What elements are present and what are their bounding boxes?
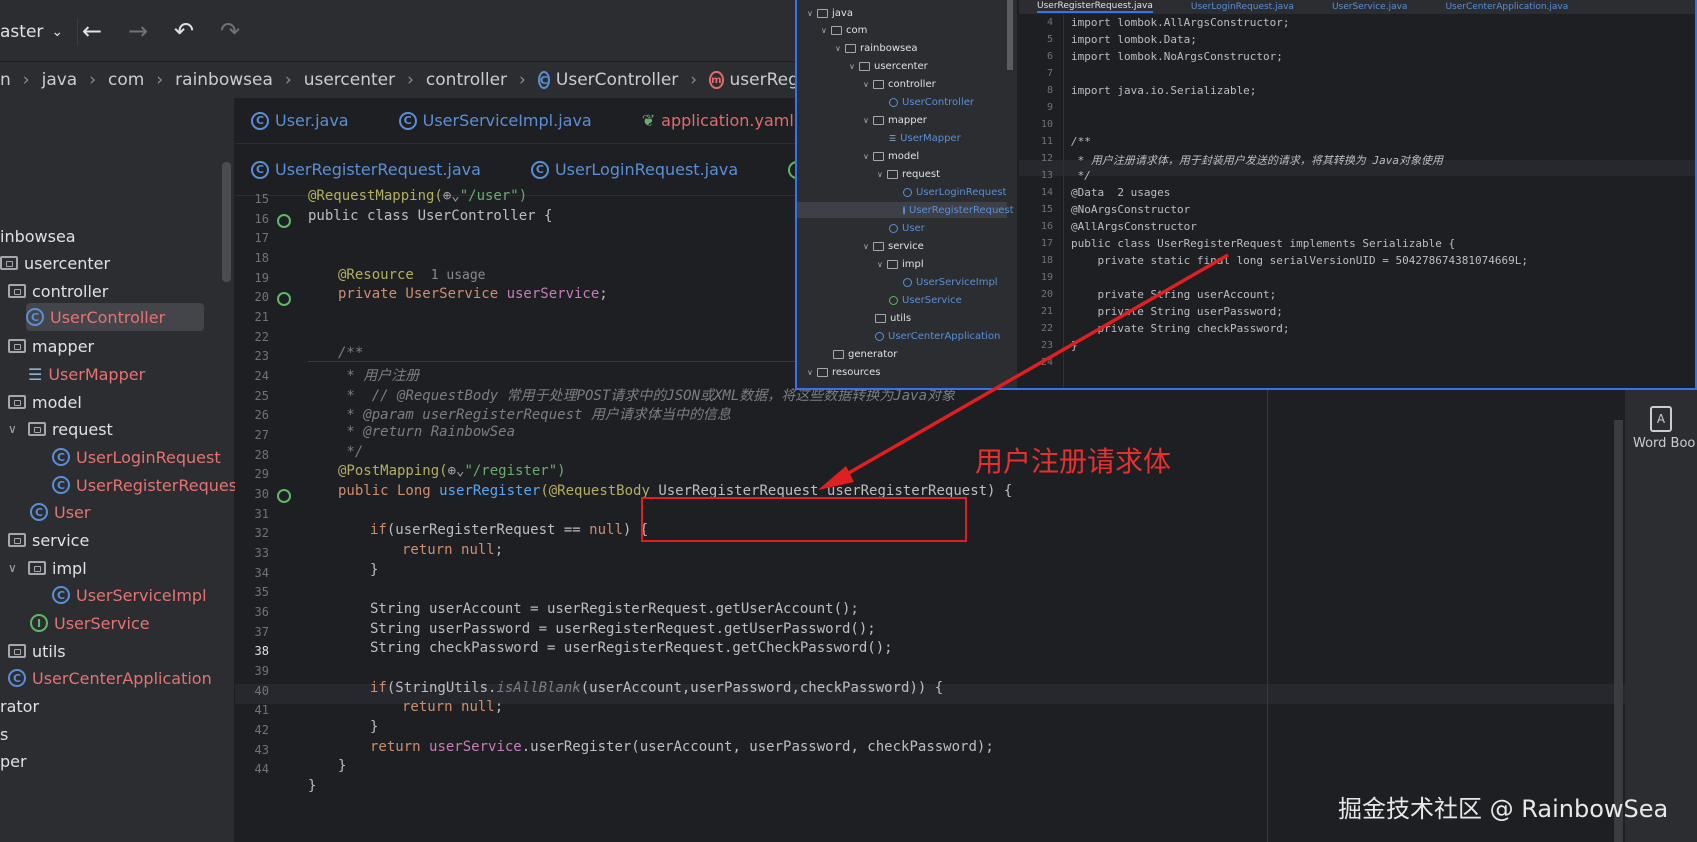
annotation-label: 用户注册请求体 [975, 445, 1172, 478]
watermark: 掘金技术社区 @ RainbowSea [1338, 795, 1669, 823]
highlight-box [641, 497, 967, 542]
arrow-head [818, 466, 854, 490]
annotation-arrow [818, 253, 1229, 490]
